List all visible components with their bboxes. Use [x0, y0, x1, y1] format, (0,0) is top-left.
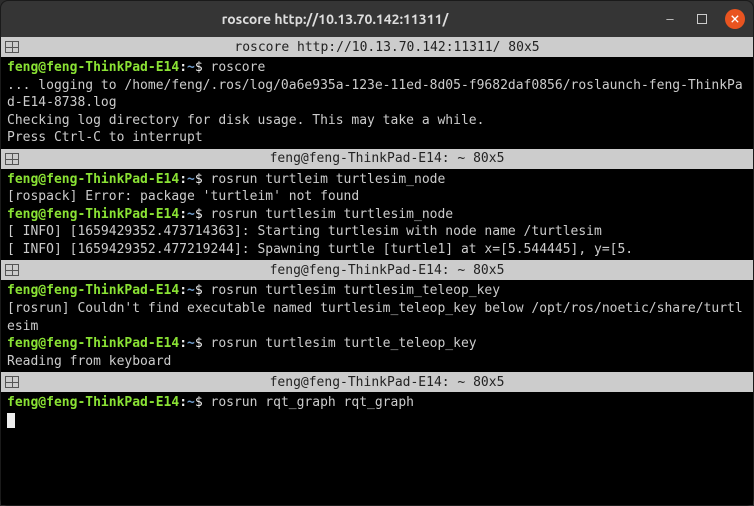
maximize-button[interactable]: [693, 10, 711, 28]
pane-header[interactable]: feng@feng-ThinkPad-E14: ~ 80x5: [1, 260, 753, 280]
minimize-button[interactable]: [661, 10, 679, 28]
pane-title: feng@feng-ThinkPad-E14: ~ 80x5: [25, 263, 749, 278]
pane-body[interactable]: feng@feng-ThinkPad-E14:~$ rosrun turtlei…: [1, 169, 753, 261]
pane-body[interactable]: feng@feng-ThinkPad-E14:~$ rosrun turtles…: [1, 280, 753, 372]
pane-header[interactable]: feng@feng-ThinkPad-E14: ~ 80x5: [1, 372, 753, 392]
split-pane-icon: [5, 153, 19, 165]
output-line: [rospack] Error: package 'turtleim' not …: [7, 188, 747, 206]
pane-title: feng@feng-ThinkPad-E14: ~ 80x5: [25, 375, 749, 390]
cursor: [7, 413, 15, 428]
close-button[interactable]: [725, 9, 745, 29]
pane-title: feng@feng-ThinkPad-E14: ~ 80x5: [25, 151, 749, 166]
command-line: feng@feng-ThinkPad-E14:~$ rosrun turtles…: [7, 206, 747, 224]
pane-title: roscore http://10.13.70.142:11311/ 80x5: [25, 40, 749, 55]
split-pane-icon: [5, 376, 19, 388]
split-pane-icon: [5, 264, 19, 276]
window-title: roscore http://10.13.70.142:11311/: [9, 11, 661, 27]
output-line: Checking log directory for disk usage. T…: [7, 112, 747, 130]
command-line: feng@feng-ThinkPad-E14:~$ rosrun turtles…: [7, 282, 747, 300]
command-line: feng@feng-ThinkPad-E14:~$ rosrun turtlei…: [7, 171, 747, 189]
output-line: [ INFO] [1659429352.477219244]: Spawning…: [7, 241, 747, 259]
window-controls: [661, 9, 745, 29]
pane-body[interactable]: feng@feng-ThinkPad-E14:~$ rosrun rqt_gra…: [1, 392, 753, 431]
window-titlebar: roscore http://10.13.70.142:11311/: [1, 1, 753, 37]
cursor-line: [7, 412, 747, 430]
output-line: [rosrun] Couldn't find executable named …: [7, 300, 747, 335]
terminal-area[interactable]: roscore http://10.13.70.142:11311/ 80x5 f…: [1, 37, 753, 505]
pane-header[interactable]: feng@feng-ThinkPad-E14: ~ 80x5: [1, 149, 753, 169]
pane-body[interactable]: feng@feng-ThinkPad-E14:~$ roscore... log…: [1, 57, 753, 149]
pane-header[interactable]: roscore http://10.13.70.142:11311/ 80x5: [1, 37, 753, 57]
output-line: Reading from keyboard: [7, 353, 747, 371]
command-line: feng@feng-ThinkPad-E14:~$ roscore: [7, 59, 747, 77]
split-pane-icon: [5, 41, 19, 53]
command-line: feng@feng-ThinkPad-E14:~$ rosrun rqt_gra…: [7, 394, 747, 412]
output-line: [ INFO] [1659429352.473714363]: Starting…: [7, 223, 747, 241]
output-line: ... logging to /home/feng/.ros/log/0a6e9…: [7, 77, 747, 112]
command-line: feng@feng-ThinkPad-E14:~$ rosrun turtles…: [7, 335, 747, 353]
output-line: Press Ctrl-C to interrupt: [7, 129, 747, 147]
